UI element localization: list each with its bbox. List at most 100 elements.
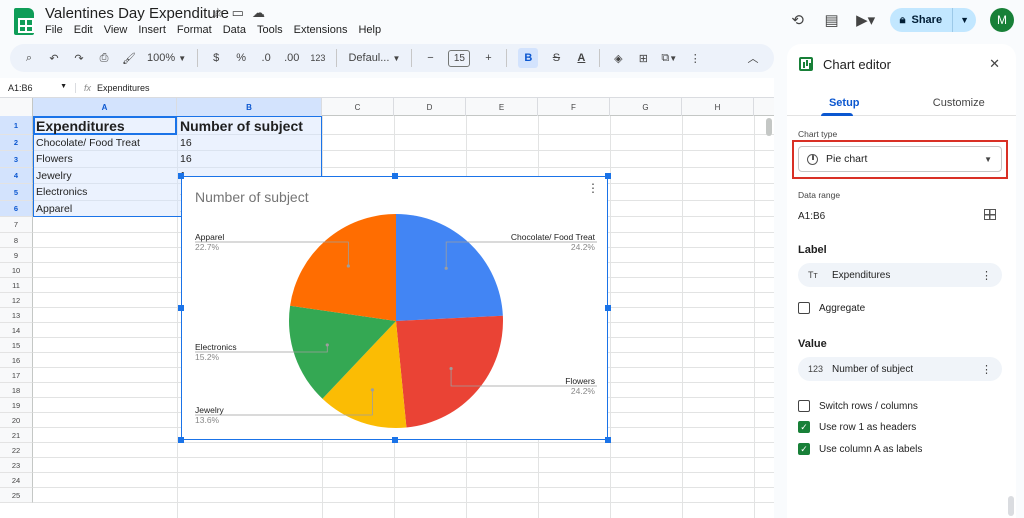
row-header-4[interactable]: 4 — [0, 168, 33, 184]
row-header-11[interactable]: 11 — [0, 278, 33, 293]
decrease-font-size-icon[interactable]: − — [423, 48, 437, 68]
row-header-12[interactable]: 12 — [0, 293, 33, 308]
resize-handle[interactable] — [392, 437, 398, 443]
row-header-15[interactable]: 15 — [0, 338, 33, 353]
menu-tools[interactable]: Tools — [257, 24, 283, 36]
menu-format[interactable]: Format — [177, 24, 212, 36]
cell-a5[interactable]: Electronics — [33, 184, 177, 200]
name-box[interactable]: A1:B6 ▼ — [0, 83, 75, 93]
cell-a1[interactable]: Expenditures — [33, 116, 177, 135]
formula-input[interactable]: Expenditures — [97, 83, 150, 93]
comments-icon[interactable]: ▤ — [822, 10, 842, 30]
bold-button[interactable]: B — [518, 48, 539, 68]
resize-handle[interactable] — [605, 305, 611, 311]
use-row-headers-row[interactable]: ✓ Use row 1 as headers — [798, 421, 916, 433]
row-header-24[interactable]: 24 — [0, 473, 33, 488]
row-header-5[interactable]: 5 — [0, 184, 33, 201]
close-icon[interactable]: ✕ — [989, 56, 1000, 72]
pie-slice-apparel[interactable] — [290, 214, 396, 321]
increase-font-size-icon[interactable]: + — [481, 48, 495, 68]
borders-icon[interactable]: ⊞ — [636, 48, 650, 68]
cloud-status-icon[interactable]: ☁ — [252, 5, 265, 21]
row-header-21[interactable]: 21 — [0, 428, 33, 443]
percent-format-button[interactable]: % — [234, 48, 248, 68]
paint-format-icon[interactable]: 🖌︎ — [122, 48, 136, 68]
menu-edit[interactable]: Edit — [74, 24, 93, 36]
cell-b1[interactable]: Number of subject — [177, 116, 322, 135]
row-header-2[interactable]: 2 — [0, 135, 33, 151]
label-series-pill[interactable]: Tт Expenditures ⋮ — [798, 263, 1002, 287]
switch-rows-row[interactable]: Switch rows / columns — [798, 400, 918, 412]
row-header-23[interactable]: 23 — [0, 458, 33, 473]
fill-color-icon[interactable]: ◈ — [611, 48, 625, 68]
tab-customize[interactable]: Customize — [902, 90, 1017, 115]
cell-b3[interactable]: 16 — [177, 151, 322, 167]
row-header-3[interactable]: 3 — [0, 151, 33, 168]
strikethrough-button[interactable]: S — [549, 48, 563, 68]
row-header-8[interactable]: 8 — [0, 233, 33, 248]
select-range-icon[interactable] — [984, 209, 996, 220]
more-options-icon[interactable]: ⋮ — [688, 48, 702, 68]
row-header-17[interactable]: 17 — [0, 368, 33, 383]
data-range-value[interactable]: A1:B6 — [798, 211, 825, 222]
pie-chart[interactable]: Number of subject ⋮ Chocolate/ Food Trea… — [178, 173, 611, 443]
sheets-logo-icon[interactable] — [14, 8, 34, 35]
scrollbar-thumb[interactable] — [766, 118, 772, 136]
share-button[interactable]: 🔒︎ Share ▼ — [889, 8, 976, 32]
decrease-decimal-button[interactable]: .0 — [259, 48, 273, 68]
cell-a4[interactable]: Jewelry — [33, 168, 177, 184]
use-col-labels-row[interactable]: ✓ Use column A as labels — [798, 443, 922, 455]
share-main[interactable]: 🔒︎ Share — [890, 8, 952, 32]
menu-data[interactable]: Data — [223, 24, 246, 36]
number-format-button[interactable]: 123 — [310, 48, 325, 68]
share-dropdown-icon[interactable]: ▼ — [952, 8, 976, 32]
resize-handle[interactable] — [178, 305, 184, 311]
collapse-toolbar-icon[interactable]: ︿ — [746, 48, 760, 68]
version-history-icon[interactable]: ⟲ — [788, 10, 808, 30]
column-header-e[interactable]: E — [466, 98, 538, 116]
row-header-9[interactable]: 9 — [0, 248, 33, 263]
font-size-input[interactable]: 15 — [448, 49, 471, 67]
more-options-icon[interactable]: ⋮ — [981, 269, 992, 282]
row-header-7[interactable]: 7 — [0, 217, 33, 233]
cell-a6[interactable]: Apparel — [33, 201, 177, 217]
aggregate-checkbox-row[interactable]: Aggregate — [798, 302, 865, 314]
use-col-labels-checkbox[interactable]: ✓ — [798, 443, 810, 455]
row-header-10[interactable]: 10 — [0, 263, 33, 278]
print-icon[interactable]: ⎙ — [97, 48, 111, 68]
tab-setup[interactable]: Setup — [787, 90, 902, 116]
vertical-scrollbar[interactable] — [764, 116, 772, 516]
row-header-14[interactable]: 14 — [0, 323, 33, 338]
pie-slice-chocolate-food-treat[interactable] — [396, 214, 503, 321]
avatar[interactable]: M — [990, 8, 1014, 32]
star-icon[interactable]: ☆ — [212, 5, 224, 21]
resize-handle[interactable] — [605, 173, 611, 179]
resize-handle[interactable] — [178, 437, 184, 443]
column-header-g[interactable]: G — [610, 98, 682, 116]
text-color-button[interactable]: A — [574, 48, 588, 68]
more-options-icon[interactable]: ⋮ — [981, 363, 992, 376]
currency-format-button[interactable]: $ — [209, 48, 223, 68]
font-select[interactable]: Defaul... ▼ — [348, 48, 400, 68]
row-header-1[interactable]: 1 — [0, 116, 33, 135]
redo-icon[interactable]: ↷ — [72, 48, 86, 68]
menu-file[interactable]: File — [45, 24, 63, 36]
aggregate-checkbox[interactable] — [798, 302, 810, 314]
resize-handle[interactable] — [178, 173, 184, 179]
cell-a2[interactable]: Chocolate/ Food Treat — [33, 135, 177, 151]
editor-scrollbar[interactable] — [1008, 496, 1014, 516]
row-header-18[interactable]: 18 — [0, 383, 33, 398]
merge-cells-icon[interactable]: ⧉ ▼ — [661, 48, 677, 68]
increase-decimal-button[interactable]: .00 — [284, 48, 299, 68]
row-header-19[interactable]: 19 — [0, 398, 33, 413]
column-header-b[interactable]: B — [177, 98, 322, 116]
column-header-f[interactable]: F — [538, 98, 610, 116]
resize-handle[interactable] — [392, 173, 398, 179]
menu-insert[interactable]: Insert — [138, 24, 166, 36]
row-header-16[interactable]: 16 — [0, 353, 33, 368]
use-row-headers-checkbox[interactable]: ✓ — [798, 421, 810, 433]
document-title[interactable]: Valentines Day Expenditure — [45, 5, 229, 22]
select-all-corner[interactable] — [0, 98, 33, 116]
switch-rows-checkbox[interactable] — [798, 400, 810, 412]
column-header-a[interactable]: A — [33, 98, 177, 116]
